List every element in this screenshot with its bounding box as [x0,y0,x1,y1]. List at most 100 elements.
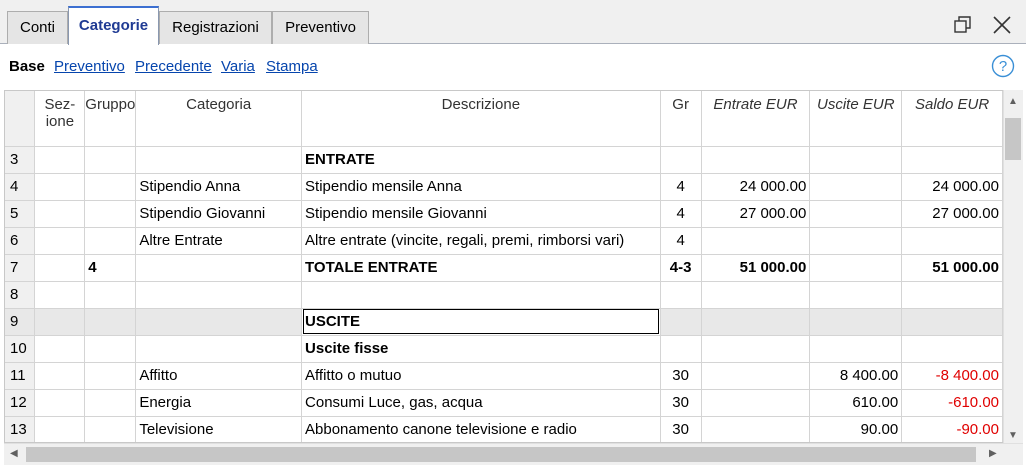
cell-gruppo[interactable] [84,335,137,363]
cell-entrate[interactable] [701,227,811,255]
vertical-scroll-thumb[interactable] [1005,118,1021,160]
help-icon[interactable]: ? [991,54,1015,78]
cell-categoria[interactable] [135,335,303,363]
cell-descrizione[interactable]: Abbonamento canone televisione e radio [301,416,661,442]
cell-uscite[interactable] [809,200,903,228]
cell-gr[interactable]: 30 [660,362,702,390]
cell-entrate[interactable] [701,335,811,363]
cell-saldo[interactable]: -8 400.00 [901,362,1003,390]
cell-gruppo[interactable] [84,227,137,255]
header-entrate[interactable]: Entrate EUR [701,91,811,147]
cell-saldo[interactable] [901,281,1003,309]
table-row[interactable]: 12 Energia Consumi Luce, gas, acqua 30 6… [5,389,1003,417]
cell-sezione[interactable] [34,200,86,228]
cell-descrizione[interactable]: TOTALE ENTRATE [301,254,661,282]
cell-gruppo[interactable] [84,173,137,201]
cell-entrate[interactable]: 51 000.00 [701,254,811,282]
cell-categoria[interactable]: Energia [135,389,303,417]
cell-sezione[interactable] [34,308,86,336]
cell-gr[interactable] [660,335,702,363]
cell-saldo[interactable]: 24 000.00 [901,173,1003,201]
table-row[interactable]: 3 ENTRATE [5,146,1003,174]
table-row[interactable]: 13 Televisione Abbonamento canone televi… [5,416,1003,442]
cell-entrate[interactable] [701,389,811,417]
cell-gr[interactable]: 30 [660,416,702,442]
cell-uscite[interactable]: 8 400.00 [809,362,903,390]
header-uscite[interactable]: Uscite EUR [809,91,903,147]
cell-gr[interactable]: 4-3 [660,254,702,282]
restore-icon[interactable] [952,14,974,36]
tab-conti[interactable]: Conti [7,11,68,44]
tab-preventivo[interactable]: Preventivo [272,11,369,44]
cell-descrizione[interactable]: Consumi Luce, gas, acqua [301,389,661,417]
view-base[interactable]: Base [9,58,45,75]
cell-gruppo[interactable] [84,308,137,336]
cell-gruppo[interactable]: 4 [84,254,137,282]
table-row[interactable]: 10 Uscite fisse [5,335,1003,363]
cell-entrate[interactable] [701,146,811,174]
cell-categoria[interactable]: Affitto [135,362,303,390]
cell-gr[interactable]: 30 [660,389,702,417]
cell-descrizione[interactable]: ENTRATE [301,146,661,174]
cell-saldo[interactable] [901,227,1003,255]
cell-saldo[interactable] [901,308,1003,336]
cell-uscite[interactable] [809,254,903,282]
cell-gr[interactable]: 4 [660,227,702,255]
cell-categoria[interactable]: Stipendio Anna [135,173,303,201]
scroll-right-icon[interactable]: ▶ [989,449,997,459]
cell-sezione[interactable] [34,173,86,201]
cell-gr[interactable] [660,146,702,174]
view-preventivo[interactable]: Preventivo [54,58,125,75]
cell-uscite[interactable] [809,173,903,201]
cell-gr[interactable]: 4 [660,200,702,228]
cell-gruppo[interactable] [84,281,137,309]
cell-descrizione[interactable]: Stipendio mensile Anna [301,173,661,201]
cell-categoria[interactable]: Televisione [135,416,303,442]
table-row[interactable]: 4 Stipendio Anna Stipendio mensile Anna … [5,173,1003,201]
tab-categorie[interactable]: Categorie [68,6,159,45]
cell-saldo[interactable]: 51 000.00 [901,254,1003,282]
header-saldo[interactable]: Saldo EUR [901,91,1003,147]
scroll-up-icon[interactable]: ▲ [1008,97,1018,107]
table-row[interactable]: 5 Stipendio Giovanni Stipendio mensile G… [5,200,1003,228]
header-gr[interactable]: Gr [660,91,702,147]
header-categoria[interactable]: Categoria [135,91,303,147]
horizontal-scroll-thumb[interactable] [26,447,976,462]
cell-descrizione[interactable]: Stipendio mensile Giovanni [301,200,661,228]
cell-descrizione[interactable]: Affitto o mutuo [301,362,661,390]
scroll-left-icon[interactable]: ◀ [10,449,18,459]
cell-gruppo[interactable] [84,416,137,442]
cell-entrate[interactable] [701,362,811,390]
cell-descrizione[interactable]: Uscite fisse [301,335,661,363]
cell-entrate[interactable] [701,416,811,442]
cell-descrizione[interactable]: Altre entrate (vincite, regali, premi, r… [301,227,661,255]
cell-uscite[interactable]: 90.00 [809,416,903,442]
cell-descrizione[interactable] [301,281,661,309]
table-row[interactable]: 11 Affitto Affitto o mutuo 30 8 400.00 -… [5,362,1003,390]
cell-sezione[interactable] [34,281,86,309]
cell-uscite[interactable] [809,146,903,174]
cell-sezione[interactable] [34,362,86,390]
cell-categoria[interactable] [135,146,303,174]
cell-gruppo[interactable] [84,146,137,174]
table-row-selected[interactable]: 9 USCITE [5,308,1003,336]
header-gruppo[interactable]: Gruppo [84,91,137,147]
close-icon[interactable] [991,14,1013,36]
cell-gruppo[interactable] [84,362,137,390]
cell-gr[interactable] [660,281,702,309]
cell-descrizione-focused[interactable]: USCITE [301,308,661,336]
cell-saldo[interactable]: -610.00 [901,389,1003,417]
cell-entrate[interactable]: 27 000.00 [701,200,811,228]
table-row[interactable]: 6 Altre Entrate Altre entrate (vincite, … [5,227,1003,255]
cell-sezione[interactable] [34,335,86,363]
cell-sezione[interactable] [34,416,86,442]
cell-gruppo[interactable] [84,200,137,228]
tab-registrazioni[interactable]: Registrazioni [159,11,272,44]
table-row[interactable]: 8 [5,281,1003,309]
cell-sezione[interactable] [34,146,86,174]
cell-sezione[interactable] [34,389,86,417]
cell-uscite[interactable] [809,308,903,336]
cell-uscite[interactable] [809,335,903,363]
table-row[interactable]: 7 4 TOTALE ENTRATE 4-3 51 000.00 51 000.… [5,254,1003,282]
cell-categoria[interactable]: Altre Entrate [135,227,303,255]
